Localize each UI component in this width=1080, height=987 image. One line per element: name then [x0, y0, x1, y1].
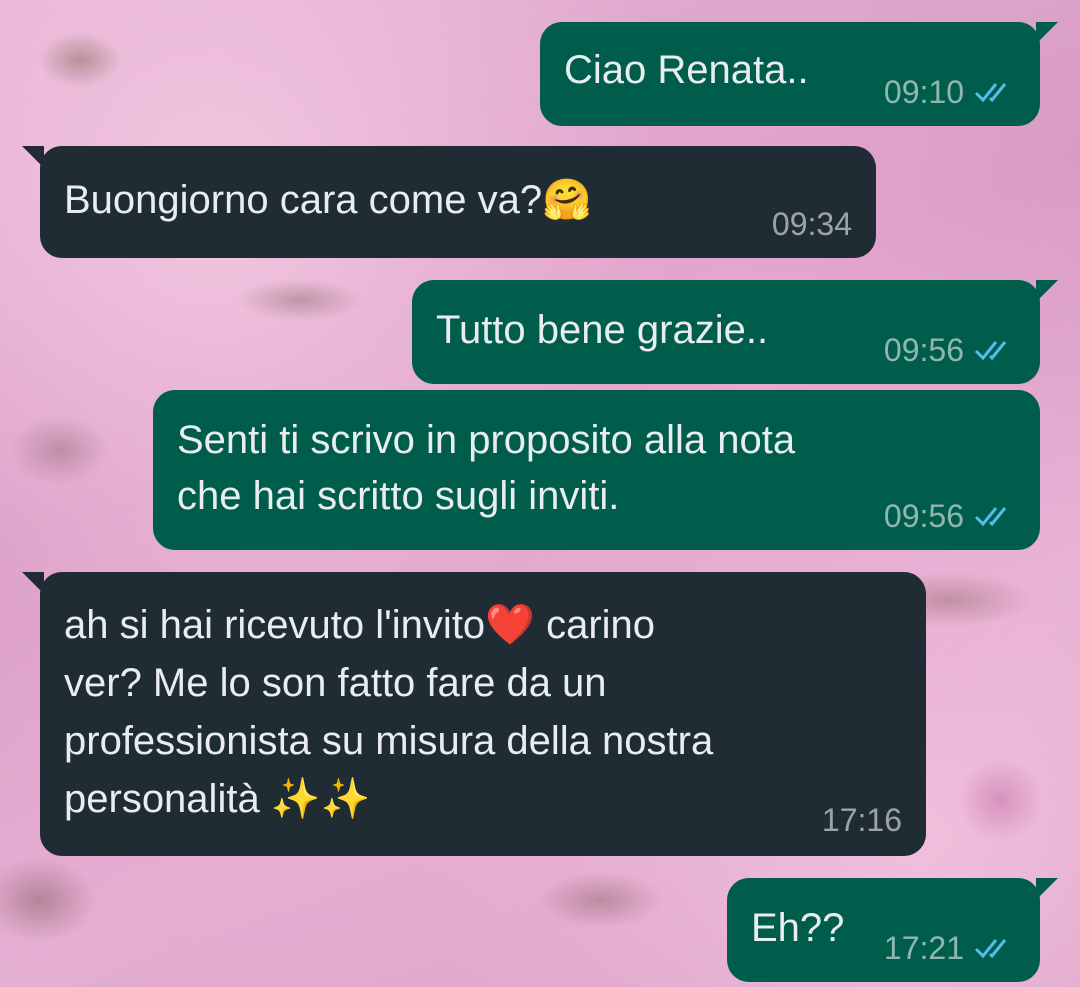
- message-meta: 09:34: [772, 206, 852, 242]
- message-bubble-outgoing[interactable]: Eh?? 17:21: [727, 878, 1058, 982]
- message-bubble-outgoing[interactable]: Senti ti scrivo in proposito alla nota c…: [153, 390, 1040, 550]
- message-time: 09:34: [771, 206, 852, 242]
- message-text: Ciao Renata..: [564, 48, 809, 92]
- message-text: ah si hai ricevuto l'invito❤️ carino ver…: [64, 603, 714, 821]
- bubble-tail: [1036, 22, 1058, 44]
- message-text: Eh??: [751, 906, 845, 950]
- message-time: 09:10: [883, 74, 964, 110]
- message-bubble-incoming[interactable]: ah si hai ricevuto l'invito❤️ carino ver…: [22, 572, 926, 856]
- message-meta: 09:56: [884, 332, 1016, 368]
- message-meta: 17:16: [822, 802, 902, 838]
- bubble-tail: [22, 146, 44, 168]
- message-time: 09:56: [883, 498, 964, 534]
- message-text: Buongiorno cara come va?🤗: [64, 178, 592, 222]
- read-ticks-icon: [974, 939, 1007, 959]
- message-bubble-incoming[interactable]: Buongiorno cara come va?🤗 09:34: [22, 146, 876, 258]
- message-meta: 09:10: [884, 74, 1016, 110]
- message-meta: 17:21: [884, 930, 1016, 966]
- read-ticks-icon: [974, 341, 1007, 361]
- message-text: Senti ti scrivo in proposito alla nota c…: [177, 418, 796, 518]
- read-ticks-icon: [974, 83, 1007, 103]
- message-time: 09:56: [883, 332, 964, 368]
- message-time: 17:16: [821, 802, 902, 838]
- bubble-tail: [1036, 280, 1058, 302]
- bubble-tail: [22, 572, 44, 594]
- bubble-tail: [1036, 878, 1058, 900]
- message-bubble-outgoing[interactable]: Tutto bene grazie.. 09:56: [412, 280, 1058, 384]
- message-bubble-outgoing[interactable]: Ciao Renata.. 09:10: [540, 22, 1058, 126]
- message-text: Tutto bene grazie..: [436, 308, 769, 352]
- message-time: 17:21: [883, 930, 964, 966]
- read-ticks-icon: [974, 507, 1007, 527]
- message-meta: 09:56: [884, 498, 1016, 534]
